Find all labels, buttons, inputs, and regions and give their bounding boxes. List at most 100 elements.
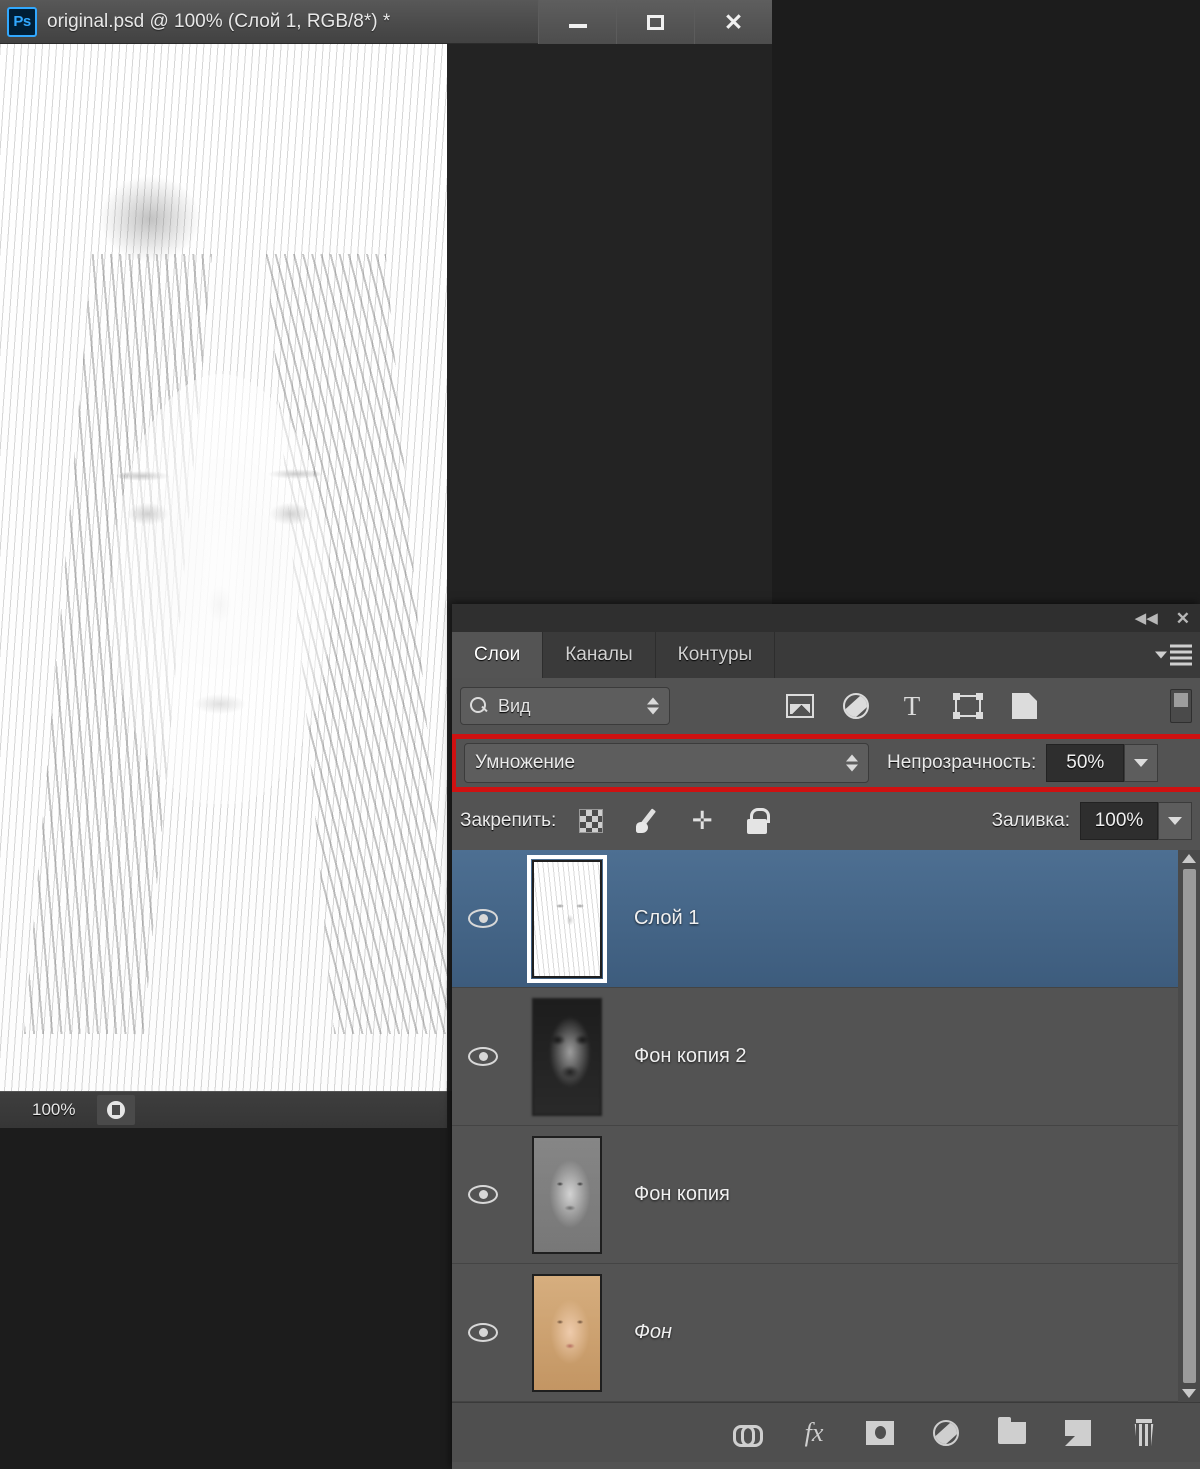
- adjustment-layer-filter-icon[interactable]: [841, 691, 871, 721]
- layer-list: Слой 1 Фон копия 2 Фон копия Фон: [452, 850, 1200, 1402]
- blend-mode-value: Умножение: [475, 752, 576, 773]
- lock-label: Закрепить:: [460, 810, 557, 831]
- table-row[interactable]: Фон копия: [452, 1126, 1200, 1264]
- layer-name[interactable]: Фон: [634, 1321, 672, 1344]
- table-row[interactable]: Фон: [452, 1264, 1200, 1402]
- layer-thumbnail: [532, 997, 602, 1116]
- panel-menu-button[interactable]: [1155, 644, 1192, 666]
- panel-tabs: Слои Каналы Контуры: [452, 632, 1200, 678]
- lock-all-icon[interactable]: [742, 806, 772, 836]
- maximize-button[interactable]: [616, 0, 694, 44]
- layer-visibility-toggle[interactable]: [452, 1047, 514, 1066]
- panel-top-bar: ◀◀ ✕: [452, 604, 1200, 632]
- layer-thumbnail-cell[interactable]: [514, 854, 620, 983]
- fill-label: Заливка:: [991, 810, 1070, 831]
- layer-name[interactable]: Фон копия 2: [634, 1045, 747, 1068]
- opacity-label: Непрозрачность:: [887, 752, 1037, 773]
- layer-thumbnail-cell[interactable]: [514, 997, 620, 1116]
- fill-group: Заливка: 100%: [992, 802, 1192, 840]
- table-row[interactable]: Фон копия 2: [452, 988, 1200, 1126]
- lock-icons: ✛: [576, 806, 772, 836]
- minimize-button[interactable]: [538, 0, 616, 44]
- eye-icon: [468, 1047, 498, 1066]
- lock-transparency-icon[interactable]: [576, 806, 606, 836]
- smart-object-filter-icon[interactable]: [1009, 691, 1039, 721]
- layer-filter-row: Вид T: [452, 678, 1200, 734]
- adjustment-layer-icon[interactable]: [930, 1417, 962, 1449]
- lock-position-icon[interactable]: ✛: [688, 807, 716, 835]
- collapse-panel-icon[interactable]: ◀◀: [1135, 611, 1158, 626]
- title-bar: Ps original.psd @ 100% (Слой 1, RGB/8*) …: [0, 0, 772, 44]
- layer-style-fx-icon[interactable]: fx: [798, 1417, 830, 1449]
- chevron-down-icon: [1134, 759, 1149, 767]
- close-icon: ✕: [723, 8, 744, 35]
- layer-name[interactable]: Фон копия: [634, 1183, 730, 1206]
- tab-channels[interactable]: Каналы: [543, 632, 656, 678]
- filter-type-icons: T: [785, 691, 1039, 721]
- type-layer-filter-icon[interactable]: T: [897, 691, 927, 721]
- opacity-dropdown-arrow[interactable]: [1124, 744, 1159, 782]
- window-controls: ✕: [538, 0, 772, 44]
- zoom-level[interactable]: 100%: [32, 1100, 75, 1120]
- layer-thumbnail: [532, 1273, 602, 1392]
- scroll-up-icon[interactable]: [1182, 854, 1196, 863]
- layer-list-scrollbar[interactable]: [1178, 850, 1200, 1402]
- maximize-icon: [647, 14, 664, 30]
- hamburger-icon: [1170, 644, 1192, 666]
- blend-spinner-icon[interactable]: [846, 754, 858, 772]
- status-bar: 100%: [0, 1091, 447, 1128]
- filter-enable-toggle[interactable]: [1170, 689, 1192, 723]
- fill-input[interactable]: 100%: [1080, 802, 1158, 840]
- tab-empty-space: [775, 632, 1200, 678]
- eye-icon: [468, 909, 498, 928]
- lock-row: Закрепить: ✛ Заливка: 100%: [452, 792, 1200, 850]
- layers-panel-footer: fx: [452, 1402, 1200, 1462]
- doc-glyph: [107, 1101, 126, 1119]
- layer-thumbnail-cell[interactable]: [514, 1273, 620, 1392]
- chevron-down-icon: [1168, 817, 1182, 825]
- layer-mask-icon[interactable]: [864, 1417, 896, 1449]
- lock-pixels-icon[interactable]: [632, 806, 662, 836]
- table-row[interactable]: Слой 1: [452, 850, 1200, 988]
- layer-thumbnail-cell[interactable]: [514, 1135, 620, 1254]
- layer-visibility-toggle[interactable]: [452, 1323, 514, 1342]
- layer-visibility-toggle[interactable]: [452, 1185, 514, 1204]
- link-layers-icon[interactable]: [732, 1417, 764, 1449]
- close-panel-icon[interactable]: ✕: [1176, 610, 1190, 627]
- filter-spinner-icon[interactable]: [647, 697, 659, 715]
- image-canvas[interactable]: [0, 44, 447, 1091]
- layer-name[interactable]: Слой 1: [634, 907, 699, 930]
- search-icon: [469, 696, 489, 716]
- document-title: original.psd @ 100% (Слой 1, RGB/8*) *: [47, 10, 391, 32]
- blend-mode-select[interactable]: Умножение: [464, 743, 869, 783]
- fill-dropdown-arrow[interactable]: [1158, 802, 1192, 840]
- scrollbar-thumb[interactable]: [1182, 869, 1196, 1383]
- eye-icon: [468, 1185, 498, 1204]
- tab-channels-label: Каналы: [565, 644, 633, 665]
- document-info-icon[interactable]: [97, 1095, 136, 1125]
- opacity-input[interactable]: 50%: [1046, 744, 1125, 782]
- chevron-down-icon: [1155, 651, 1167, 659]
- shape-layer-filter-icon[interactable]: [953, 691, 983, 721]
- eye-icon: [468, 1323, 498, 1342]
- layer-visibility-toggle[interactable]: [452, 909, 514, 928]
- photoshop-logo-icon: Ps: [7, 6, 37, 37]
- tab-paths[interactable]: Контуры: [656, 632, 776, 678]
- tab-paths-label: Контуры: [677, 644, 753, 665]
- new-group-icon[interactable]: [996, 1416, 1028, 1449]
- layers-panel: ◀◀ ✕ Слои Каналы Контуры Вид T Умножение: [452, 604, 1200, 1469]
- minimize-icon: [568, 24, 587, 28]
- layer-thumbnail: [532, 1135, 602, 1254]
- new-layer-icon[interactable]: [1062, 1417, 1094, 1449]
- tab-layers[interactable]: Слои: [452, 632, 544, 678]
- close-button[interactable]: ✕: [694, 0, 772, 44]
- filter-kind-value: Вид: [498, 695, 531, 716]
- sketch-face: [112, 374, 330, 804]
- scroll-down-icon[interactable]: [1182, 1389, 1196, 1398]
- delete-layer-icon[interactable]: [1128, 1417, 1160, 1449]
- pixel-layer-filter-icon[interactable]: [785, 691, 815, 721]
- layer-thumbnail: [527, 854, 607, 983]
- tab-layers-label: Слои: [474, 644, 521, 665]
- blend-mode-row: Умножение Непрозрачность: 50%: [452, 734, 1200, 792]
- filter-kind-select[interactable]: Вид: [460, 687, 670, 725]
